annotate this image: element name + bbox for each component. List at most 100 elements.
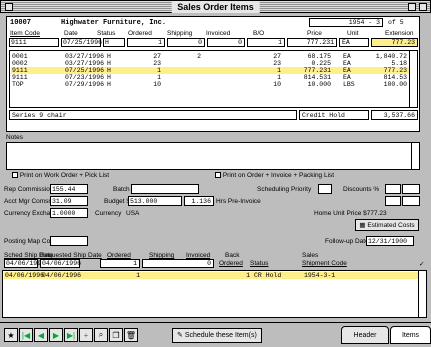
bo-input[interactable]: 1	[247, 38, 285, 47]
priority-label: Scheduling Priority	[257, 186, 312, 193]
req-ship-input[interactable]: 04/06/1996	[40, 259, 81, 268]
sched-ship-input[interactable]: 04/06/1996	[4, 259, 45, 268]
credit-hold-field: Credit Hold	[299, 110, 369, 120]
order-ref-field[interactable]: 1954 - 3	[309, 18, 383, 27]
tab-items[interactable]: Items	[390, 326, 431, 344]
acct-mgr-input[interactable]: 31.09	[50, 196, 88, 206]
cell-ext: 777.23	[383, 67, 407, 74]
notes-scrollbar[interactable]	[411, 143, 419, 169]
invoiced-input[interactable]: 0	[207, 38, 245, 47]
item-code-input[interactable]: 9111	[9, 38, 59, 47]
title-bar[interactable]: Sales Order Items	[0, 0, 431, 13]
item-list[interactable]: 0001 03/27/1996 H 27 2 27 68.175 EA 1,840.72 0002…	[9, 50, 418, 108]
close-box-icon[interactable]	[5, 3, 13, 11]
cell-ext: 5.18	[391, 60, 407, 67]
col-item-code: Item Code	[10, 30, 40, 37]
date-input[interactable]: 07/25/1996	[61, 38, 102, 47]
cell-price: 777.231	[303, 67, 331, 74]
s-ordered-input[interactable]: 1	[100, 259, 140, 268]
cell-bo: 1	[277, 74, 281, 81]
print-work-checkbox[interactable]	[12, 172, 18, 179]
priority-input[interactable]	[318, 184, 332, 194]
posting-map-input[interactable]	[50, 236, 88, 246]
col-ordered: Ordered	[128, 30, 152, 37]
notes-textarea[interactable]	[6, 142, 420, 170]
cell-price: 68.175	[307, 53, 331, 60]
home-unit-price: Home Unit Price $777.23	[314, 210, 387, 217]
cell-item: 0002	[12, 60, 28, 67]
delete-record-icon[interactable]: 🗑	[124, 328, 138, 342]
cell-ordered: 10	[153, 81, 161, 88]
schedule-row[interactable]: 04/06/1996 04/06/1996 1 1 CR Hold 1954-3-1	[4, 272, 418, 279]
budget-ratio-field: 1.136	[184, 196, 214, 206]
table-row[interactable]: 9111 07/25/1996 H 1 1 777.231 EA 777.23	[11, 67, 409, 74]
total-field: 3,537.66	[371, 110, 418, 120]
table-row[interactable]: TOP 07/29/1996 H 10 10 10.000 LBS 100.00	[11, 81, 409, 88]
s-invoiced-input[interactable]: 0	[142, 259, 214, 268]
cell-ext: 814.53	[383, 74, 407, 81]
detail-fields: Rep Commission 155.44 Batch Scheduling P…	[0, 182, 431, 252]
unit-input[interactable]: EA	[339, 38, 369, 47]
discount-input-4[interactable]	[402, 196, 420, 206]
cell-ordered: 1	[136, 272, 140, 279]
cell-date: 03/27/1996	[65, 53, 105, 60]
batch-label: Batch	[113, 186, 130, 193]
print-work-order[interactable]: Print on Work Order + Pick List	[12, 172, 109, 179]
last-record-icon[interactable]: ▶|	[64, 328, 78, 342]
schedule-list[interactable]: 04/06/1996 04/06/1996 1 1 CR Hold 1954-3-1	[2, 270, 427, 318]
collapse-box-icon[interactable]	[419, 3, 427, 11]
extension-input: 777.23	[371, 38, 418, 47]
schedule-scrollbar[interactable]	[418, 271, 426, 317]
item-list-scrollbar[interactable]	[409, 51, 417, 107]
discount-input-3[interactable]	[385, 196, 401, 206]
discount-input-2[interactable]	[402, 184, 420, 194]
currency-value: USA	[126, 210, 140, 217]
print-order-invoice[interactable]: Print on Order + Invoice + Packing List	[215, 172, 334, 179]
table-row[interactable]: 0002 03/27/1996 H 23 23 0.225 EA 5.18	[11, 60, 409, 67]
discounts-label: Discounts %	[343, 186, 380, 193]
batch-input[interactable]	[131, 184, 199, 194]
print-order-label: Print on Order + Invoice + Packing List	[222, 172, 335, 179]
ordered-input[interactable]: 1	[127, 38, 165, 47]
zoom-box-icon[interactable]	[408, 3, 416, 11]
price-input[interactable]: 777.231	[287, 38, 337, 47]
schedule-section: Sched Ship Date Requested Ship Date Orde…	[0, 250, 431, 320]
col-sales: Sales	[302, 252, 319, 259]
followup-input[interactable]: 12/31/1900	[366, 236, 414, 246]
table-row[interactable]: 9111 07/23/1996 H 1 1 814.531 EA 814.53	[11, 74, 409, 81]
add-record-icon[interactable]: +	[79, 328, 93, 342]
tab-header[interactable]: Header	[341, 326, 389, 344]
discount-input-1[interactable]	[385, 184, 401, 194]
rep-commission-input[interactable]: 155.44	[50, 184, 88, 194]
copy-record-icon[interactable]: ❐	[109, 328, 123, 342]
col-extension: Extension	[385, 30, 414, 37]
next-record-icon[interactable]: ▶	[49, 328, 63, 342]
cell-item: 9111	[12, 67, 28, 74]
cell-status: H	[107, 74, 111, 81]
col-s-invoiced: Invoiced	[186, 252, 211, 259]
cell-req: 04/06/1996	[42, 272, 82, 279]
schedule-items-button[interactable]: ✎ Schedule these Item(s)	[172, 328, 262, 343]
binoculars-icon[interactable]: ★	[4, 328, 18, 342]
table-row[interactable]: 0001 03/27/1996 H 27 2 27 68.175 EA 1,840.72	[11, 53, 409, 60]
order-of-count: of 5	[388, 19, 404, 26]
print-order-checkbox[interactable]	[215, 172, 221, 179]
col-date: Date	[64, 30, 78, 37]
estimated-costs-button[interactable]: ▦ Estimated Costs	[355, 219, 419, 231]
currency-label: Currency	[95, 210, 122, 217]
notes-label: Notes	[6, 134, 23, 141]
col-s-shipping: Shipping	[149, 252, 175, 259]
acct-mgr-label: Acct Mgr Comsn	[4, 198, 53, 205]
budget-input[interactable]: 513.000	[128, 196, 182, 206]
description-field[interactable]: Series 9 chair	[9, 110, 297, 120]
shipping-input[interactable]: 0	[167, 38, 205, 47]
col-s-ordered: Ordered	[107, 252, 131, 259]
rep-commission-label: Rep Commission	[4, 186, 54, 193]
first-record-icon[interactable]: |◀	[19, 328, 33, 342]
status-input[interactable]: H	[103, 38, 125, 47]
search-record-icon[interactable]: ⌕	[94, 328, 108, 342]
currency-exchange-input[interactable]: 1.0000	[50, 208, 88, 218]
customer-name: Highwater Furniture, Inc.	[61, 19, 167, 27]
cell-item: TOP	[12, 81, 24, 88]
previous-record-icon[interactable]: ◀	[34, 328, 48, 342]
